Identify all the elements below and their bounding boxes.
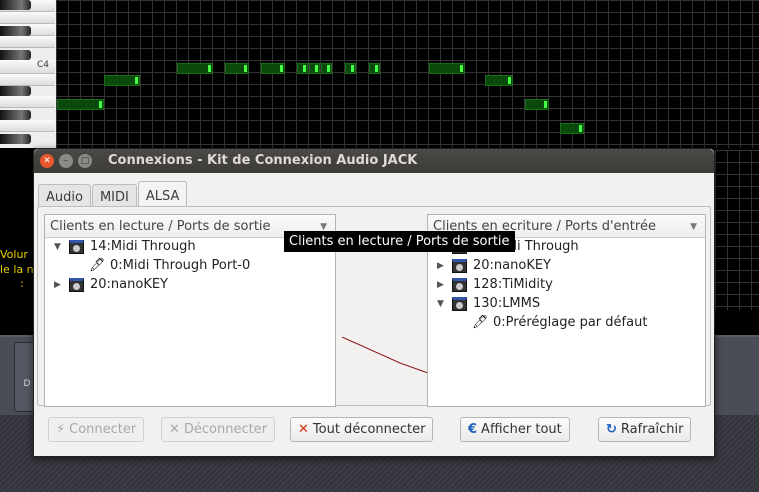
collapsed-arrow-icon[interactable]: ▶: [437, 280, 444, 290]
item-label: 14:Midi Through: [90, 239, 196, 254]
piano-keyboard[interactable]: C4: [0, 0, 56, 148]
note-grid[interactable]: [56, 0, 759, 148]
volume-label: Volur: [0, 248, 28, 261]
expand-icon: €: [468, 422, 478, 437]
show-all-button[interactable]: € Afficher tout: [460, 417, 570, 442]
note[interactable]: [309, 63, 320, 74]
note[interactable]: [57, 99, 104, 110]
disconnect-button[interactable]: ✕ Déconnecter: [161, 417, 276, 442]
connections-dialog: ✕ – □ Connexions - Kit de Connexion Audi…: [33, 148, 715, 457]
list-item[interactable]: ▼ 130:LMMS: [428, 295, 705, 314]
tab-midi[interactable]: MIDI: [91, 184, 137, 207]
note[interactable]: [560, 123, 584, 134]
title-bar[interactable]: ✕ – □ Connexions - Kit de Connexion Audi…: [34, 149, 714, 173]
list-item[interactable]: 🖊 0:Préréglage par défaut: [428, 314, 705, 333]
note[interactable]: [297, 63, 308, 74]
collapsed-arrow-icon[interactable]: ▶: [54, 280, 61, 290]
connection-wire: [341, 337, 429, 374]
connect-button[interactable]: ⚡ Connecter: [48, 417, 145, 442]
c4-key-label: C4: [37, 60, 50, 70]
connect-icon: ⚡: [56, 422, 66, 437]
port-plug-icon: 🖊: [472, 315, 489, 330]
disconnect-all-button[interactable]: ✕ Tout déconnecter: [290, 417, 434, 442]
item-label: 20:nanoKEY: [473, 258, 551, 273]
midi-client-icon: [452, 259, 467, 273]
tab-alsa[interactable]: ALSA: [137, 181, 188, 207]
note[interactable]: [104, 75, 140, 86]
midi-client-icon: [69, 240, 84, 254]
midi-client-icon: [452, 297, 467, 311]
note[interactable]: [429, 63, 465, 74]
tab-audio[interactable]: Audio: [38, 184, 91, 207]
disconnect-icon: ✕: [169, 422, 180, 437]
tooltip: Clients en lecture / Ports de sortie: [284, 231, 515, 252]
piano-roll: C4: [0, 0, 759, 150]
disconnect-all-icon: ✕: [298, 422, 309, 437]
list-item[interactable]: ▶ 128:TiMidity: [428, 276, 705, 295]
window-title: Connexions - Kit de Connexion Audio JACK: [108, 153, 418, 168]
volume-label-3: :: [20, 277, 24, 290]
list-item[interactable]: ▶ 20:nanoKEY: [45, 276, 335, 295]
note[interactable]: [345, 63, 356, 74]
expanded-arrow-icon[interactable]: ▼: [54, 242, 61, 252]
volume-label-2: le la n: [0, 263, 34, 276]
midi-client-icon: [69, 278, 84, 292]
list-item[interactable]: ▶ 20:nanoKEY: [428, 257, 705, 276]
expanded-arrow-icon[interactable]: ▼: [437, 299, 444, 309]
item-label: 130:LMMS: [473, 296, 541, 311]
list-item[interactable]: 🖊 0:Midi Through Port-0: [45, 257, 335, 276]
item-label: 128:TiMidity: [473, 277, 553, 292]
note[interactable]: [525, 99, 549, 110]
note[interactable]: [485, 75, 513, 86]
item-label: 0:Préréglage par défaut: [493, 315, 648, 330]
item-label: 0:Midi Through Port-0: [110, 258, 251, 273]
note[interactable]: [225, 63, 249, 74]
note[interactable]: [261, 63, 285, 74]
note[interactable]: [369, 63, 380, 74]
header-label: Clients en lecture / Ports de sortie: [50, 219, 271, 234]
collapsed-arrow-icon[interactable]: ▶: [437, 261, 444, 271]
button-label: Déconnecter: [183, 422, 268, 437]
note[interactable]: [177, 63, 213, 74]
midi-client-icon: [452, 278, 467, 292]
refresh-icon: ↻: [606, 422, 617, 437]
tab-bar: Audio MIDI ALSA: [38, 181, 188, 207]
minimize-icon[interactable]: –: [59, 154, 73, 168]
maximize-icon[interactable]: □: [78, 154, 92, 168]
sort-arrow-icon: ▼: [690, 222, 697, 232]
button-label: Afficher tout: [481, 422, 562, 437]
refresh-button[interactable]: ↻ Rafraîchir: [598, 417, 692, 442]
port-plug-icon: 🖊: [89, 258, 106, 273]
button-label: Tout déconnecter: [312, 422, 426, 437]
button-label: Connecter: [69, 422, 137, 437]
note[interactable]: [321, 63, 332, 74]
button-label: Rafraîchir: [620, 422, 684, 437]
note-grid-right: [715, 150, 759, 310]
item-label: 20:nanoKEY: [90, 277, 168, 292]
close-icon[interactable]: ✕: [40, 154, 54, 168]
